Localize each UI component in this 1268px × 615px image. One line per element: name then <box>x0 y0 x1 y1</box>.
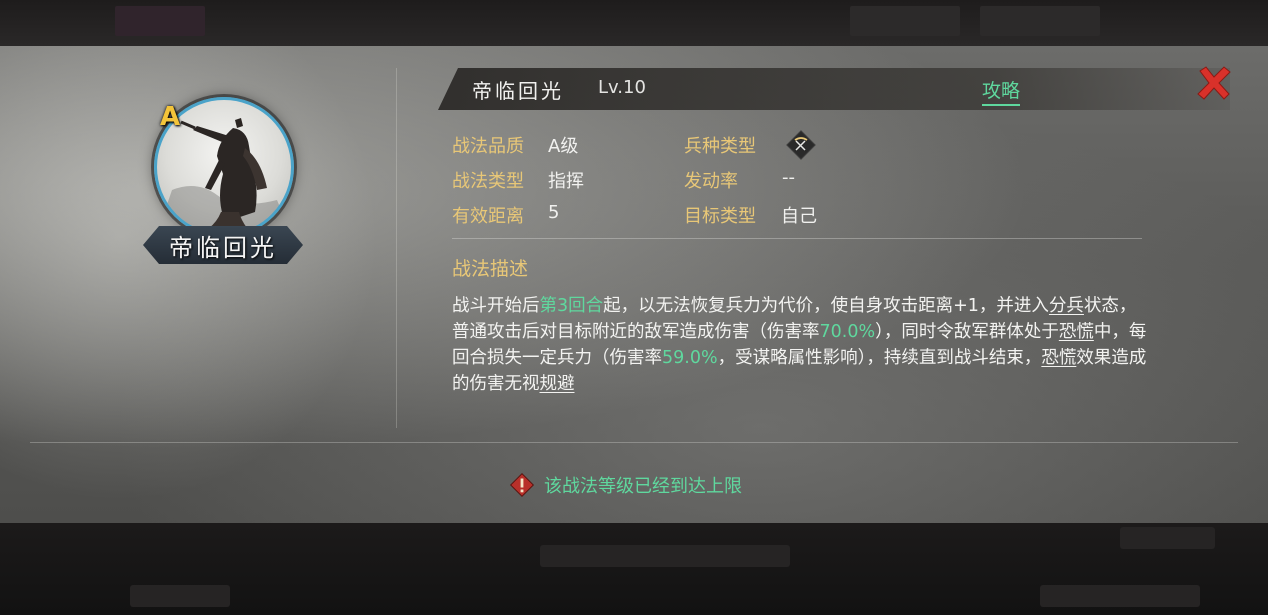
background-top-bar <box>0 0 1268 46</box>
max-level-notice: 该战法等级已经到达上限 <box>508 471 742 499</box>
background-element <box>1120 527 1215 549</box>
guide-link[interactable]: 攻略 <box>982 76 1021 106</box>
attr-label: 兵种类型 <box>684 136 756 157</box>
keyword-link[interactable]: 分兵 <box>1049 296 1084 316</box>
attr-label: 战法品质 <box>452 136 524 157</box>
attr-label: 发动率 <box>684 171 738 192</box>
attr-value: -- <box>782 167 795 188</box>
highlight-value: 70.0% <box>819 322 876 342</box>
attr-label: 有效距离 <box>452 206 524 227</box>
horizontal-divider <box>30 442 1238 443</box>
description-text: ），同时令敌军群体处于 <box>875 322 1059 342</box>
attr-skill-type: 战法类型 指挥 <box>452 167 584 193</box>
background-element <box>850 6 960 36</box>
close-icon <box>1197 66 1231 100</box>
skill-name-banner: 帝临回光 <box>143 226 303 264</box>
skill-detail-modal: A 帝临回光 帝临回光 Lv.10 攻略 战法品质 A级 兵种类型 战法类型 指… <box>0 46 1268 523</box>
keyword-link[interactable]: 规避 <box>540 374 575 394</box>
description-text: 起，以无法恢复兵力为代价，使自身攻击距离+1，并进入 <box>603 296 1049 316</box>
background-element <box>980 6 1100 36</box>
background-element <box>540 545 790 567</box>
attr-value: 指挥 <box>548 171 584 192</box>
keyword-link[interactable]: 恐慌 <box>1041 348 1076 368</box>
skill-grade-badge: A <box>160 102 181 132</box>
background-element <box>1040 585 1200 607</box>
highlight-value: 59.0% <box>662 348 718 368</box>
description-text: 战斗开始后 <box>452 296 540 316</box>
attr-value: 5 <box>548 202 560 223</box>
attr-target-type: 目标类型 自己 <box>684 202 817 228</box>
keyword-link[interactable]: 恐慌 <box>1059 322 1094 342</box>
section-divider <box>452 238 1142 239</box>
description-text: ，受谋略属性影响），持续直到战斗结束， <box>717 348 1042 368</box>
notice-text: 该战法等级已经到达上限 <box>544 476 742 497</box>
attr-quality: 战法品质 A级 <box>452 132 578 158</box>
vertical-divider <box>396 68 397 428</box>
description-title: 战法描述 <box>452 258 529 280</box>
highlight-value: 第3回合 <box>539 296 604 316</box>
attr-value: 自己 <box>781 206 817 227</box>
attr-label: 战法类型 <box>452 171 524 192</box>
skill-title: 帝临回光 <box>472 79 564 103</box>
background-bottom-bar <box>0 523 1268 615</box>
attr-range: 有效距离 5 <box>452 202 559 228</box>
bow-icon <box>786 130 816 160</box>
warning-icon <box>509 472 535 498</box>
background-element <box>130 585 230 607</box>
close-button[interactable] <box>1194 63 1234 103</box>
attr-trigger-rate: 发动率 -- <box>684 167 795 193</box>
attr-label: 目标类型 <box>684 206 756 227</box>
skill-level: Lv.10 <box>598 77 646 98</box>
skill-description: 战斗开始后第3回合起，以无法恢复兵力为代价，使自身攻击距离+1，并进入分兵状态，… <box>452 293 1152 397</box>
background-element <box>115 6 205 36</box>
attr-troop-type: 兵种类型 <box>684 132 756 158</box>
attr-value: A级 <box>548 136 579 157</box>
